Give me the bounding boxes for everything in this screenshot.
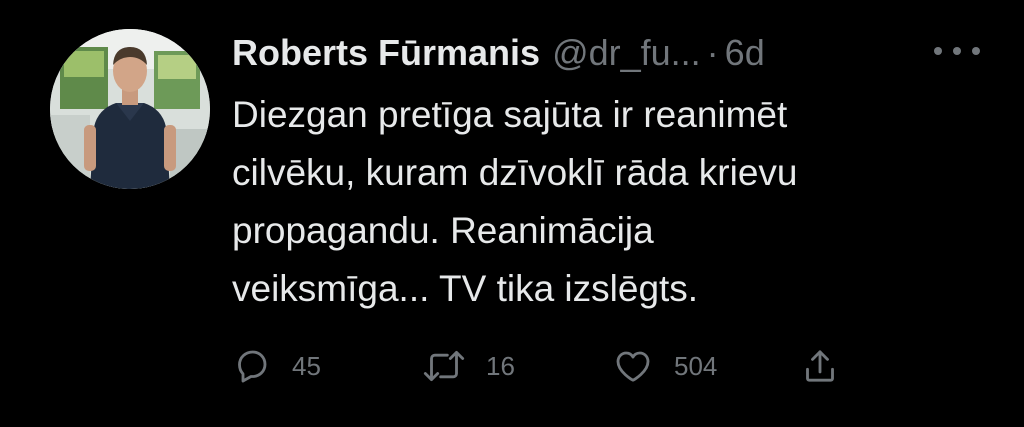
share-button[interactable] — [800, 343, 840, 389]
tweet-text: Diezgan pretīga sajūta ir reanimēt cilvē… — [232, 94, 798, 309]
more-dot — [972, 47, 980, 55]
avatar[interactable] — [50, 29, 210, 189]
avatar-photo — [50, 29, 210, 189]
display-name[interactable]: Roberts Fūrmanis — [232, 28, 540, 78]
more-dot — [934, 47, 942, 55]
tweet-actions: 45 16 504 — [232, 343, 852, 389]
user-handle[interactable]: @dr_fu... — [552, 28, 701, 78]
retweet-icon — [422, 346, 466, 386]
reply-icon — [232, 346, 272, 386]
separator: · — [706, 32, 719, 73]
reply-count: 45 — [292, 350, 321, 381]
reply-button[interactable]: 45 — [232, 343, 321, 389]
retweet-count: 16 — [486, 350, 515, 381]
heart-icon — [612, 346, 654, 386]
like-count: 504 — [674, 350, 718, 381]
more-dot — [953, 47, 961, 55]
more-icon[interactable] — [934, 36, 980, 66]
tweet-header: Roberts Fūrmanis @dr_fu... · 6d — [232, 28, 765, 78]
like-button[interactable]: 504 — [612, 343, 717, 389]
share-icon — [800, 346, 840, 386]
timestamp[interactable]: 6d — [725, 28, 765, 78]
retweet-button[interactable]: 16 — [422, 343, 515, 389]
tweet[interactable]: Roberts Fūrmanis @dr_fu... · 6d Diezgan … — [0, 0, 1024, 427]
